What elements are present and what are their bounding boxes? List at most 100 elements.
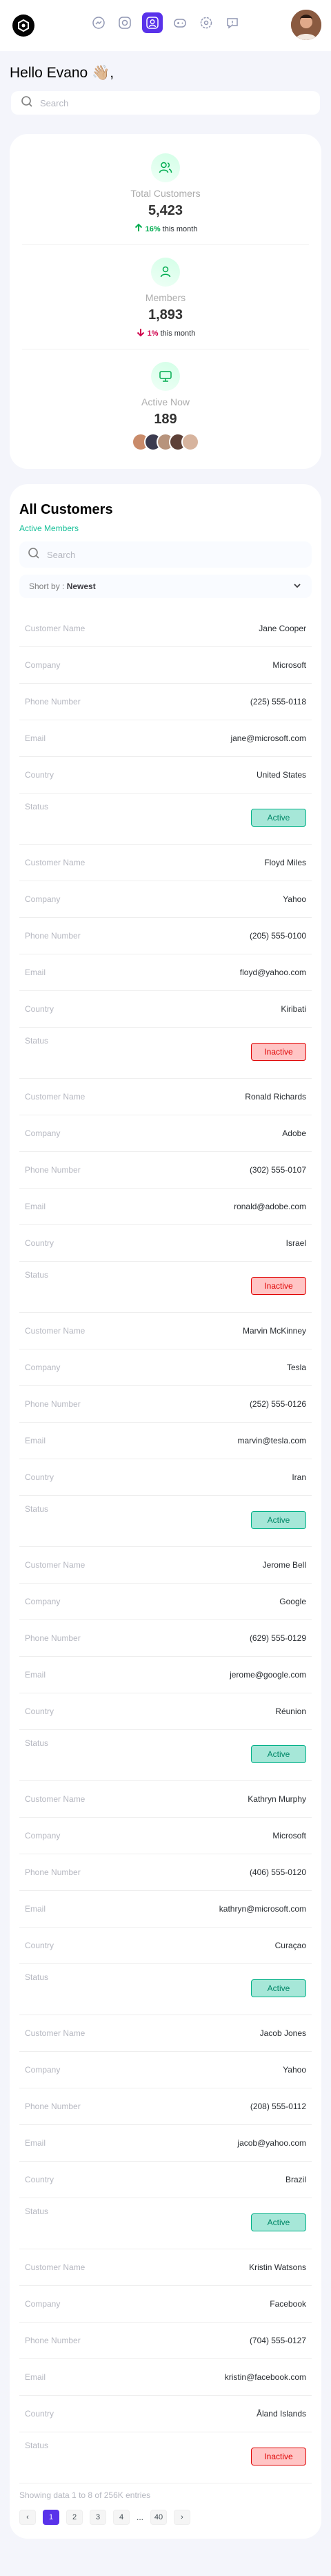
trend-text: this month <box>162 224 198 233</box>
table-row: Status Active <box>19 1730 312 1781</box>
chat-icon[interactable] <box>90 14 108 32</box>
field-value: Tesla <box>286 1363 306 1372</box>
table-row: Company Yahoo <box>19 881 312 918</box>
stat-value: 1,893 <box>148 307 183 323</box>
message-icon[interactable] <box>223 14 241 32</box>
table-row: Status Active <box>19 1964 312 2015</box>
field-label: Email <box>25 1202 46 1211</box>
field-value[interactable]: jerome@google.com <box>230 1670 306 1680</box>
status-badge[interactable]: Inactive <box>251 2448 306 2466</box>
status-badge[interactable]: Active <box>251 809 306 827</box>
customers-subtitle[interactable]: Active Members <box>19 523 312 533</box>
logo-icon[interactable] <box>12 15 34 37</box>
table-row: Phone Number (406) 555-0120 <box>19 1854 312 1891</box>
customer-search-bar[interactable] <box>19 541 312 568</box>
field-value: Jane Cooper <box>259 624 306 633</box>
table-row: Country Brazil <box>19 2162 312 2198</box>
field-label: Customer Name <box>25 2028 86 2038</box>
trend-text: this month <box>160 329 196 338</box>
field-label: Customer Name <box>25 2262 86 2272</box>
table-row: Country United States <box>19 757 312 794</box>
field-value: Kathryn Murphy <box>248 1794 306 1804</box>
customer-list: Customer Name Jane Cooper Company Microsoft… <box>19 611 312 2483</box>
field-value: Jacob Jones <box>259 2028 306 2038</box>
field-value: Marvin McKinney <box>242 1326 306 1336</box>
field-value: Réunion <box>275 1707 306 1716</box>
status-badge[interactable]: Active <box>251 1979 306 1997</box>
gamepad-icon[interactable] <box>171 14 189 32</box>
table-row: Company Yahoo <box>19 2052 312 2088</box>
page-button[interactable]: 2 <box>66 2510 83 2525</box>
page-button[interactable]: 3 <box>90 2510 106 2525</box>
field-label: Status <box>25 1504 49 1514</box>
stat-label: Total Customers <box>130 188 201 199</box>
sort-dropdown[interactable]: Short by : Newest <box>19 575 312 598</box>
field-value[interactable]: kristin@facebook.com <box>225 2372 306 2382</box>
table-row: Email jacob@yahoo.com <box>19 2125 312 2162</box>
table-row: Customer Name Jacob Jones <box>19 2015 312 2052</box>
table-row: Customer Name Kathryn Murphy <box>19 1781 312 1818</box>
page-button[interactable]: 1 <box>43 2510 59 2525</box>
field-label: Status <box>25 1738 49 1748</box>
field-label: Phone Number <box>25 2336 81 2345</box>
field-value[interactable]: marvin@tesla.com <box>237 1436 306 1445</box>
camera-icon[interactable] <box>116 14 134 32</box>
field-label: Phone Number <box>25 931 81 941</box>
page-button[interactable]: 4 <box>113 2510 130 2525</box>
chevron-down-icon <box>292 581 302 593</box>
table-row: Status Inactive <box>19 1028 312 1079</box>
table-row: Customer Name Jane Cooper <box>19 611 312 647</box>
status-badge[interactable]: Active <box>251 1511 306 1529</box>
field-label: Status <box>25 1270 49 1280</box>
field-label: Country <box>25 2409 54 2419</box>
field-value[interactable]: jane@microsoft.com <box>230 733 306 743</box>
table-row: Country Iran <box>19 1459 312 1496</box>
table-row: Status Inactive <box>19 2432 312 2483</box>
stat-label: Members <box>145 292 186 303</box>
field-value: Ronald Richards <box>245 1092 306 1102</box>
status-badge[interactable]: Active <box>251 1745 306 1763</box>
field-value: Kiribati <box>281 1004 306 1014</box>
field-label: Phone Number <box>25 697 81 707</box>
greeting: Hello Evano 👋🏼, <box>0 51 331 81</box>
customer-search-input[interactable] <box>47 549 303 560</box>
status-badge[interactable]: Active <box>251 2213 306 2231</box>
field-label: Status <box>25 1972 49 1982</box>
stat-active-now: Active Now 189 <box>22 349 309 461</box>
table-row: Phone Number (704) 555-0127 <box>19 2323 312 2359</box>
avatar[interactable] <box>291 10 321 40</box>
search-bar[interactable] <box>11 91 320 115</box>
monitor-icon <box>151 362 180 391</box>
field-value[interactable]: kathryn@microsoft.com <box>219 1904 306 1914</box>
field-label: Customer Name <box>25 1560 86 1570</box>
field-value[interactable]: jacob@yahoo.com <box>237 2138 306 2148</box>
field-label: Phone Number <box>25 1633 81 1643</box>
settings-icon[interactable] <box>197 14 215 32</box>
table-row: Customer Name Floyd Miles <box>19 845 312 881</box>
field-value: United States <box>256 770 306 780</box>
search-input[interactable] <box>40 97 310 108</box>
prev-page-button[interactable]: ‹ <box>19 2510 36 2525</box>
page-button[interactable]: 40 <box>150 2510 168 2525</box>
next-page-button[interactable]: › <box>174 2510 191 2525</box>
user-icon[interactable] <box>142 12 163 33</box>
stat-label: Active Now <box>141 396 190 407</box>
status-badge[interactable]: Inactive <box>251 1043 306 1061</box>
field-value[interactable]: floyd@yahoo.com <box>240 968 306 977</box>
field-value: (205) 555-0100 <box>249 931 306 941</box>
field-label: Customer Name <box>25 1794 86 1804</box>
status-badge[interactable]: Inactive <box>251 1277 306 1295</box>
arrow-up-icon <box>134 223 143 235</box>
table-row: Customer Name Jerome Bell <box>19 1547 312 1584</box>
stat-total-customers: Total Customers 5,423 16% this month <box>22 141 309 245</box>
table-row: Status Inactive <box>19 1262 312 1313</box>
field-label: Company <box>25 1363 61 1372</box>
stats-card: Total Customers 5,423 16% this month Mem… <box>10 134 321 469</box>
table-row: Country Curaçao <box>19 1928 312 1964</box>
field-value: (252) 555-0126 <box>249 1399 306 1409</box>
page-title: All Customers <box>19 502 113 517</box>
field-value: Kristin Watsons <box>249 2262 306 2272</box>
table-row: Phone Number (629) 555-0129 <box>19 1620 312 1657</box>
field-value[interactable]: ronald@adobe.com <box>234 1202 306 1211</box>
table-row: Email ronald@adobe.com <box>19 1189 312 1225</box>
